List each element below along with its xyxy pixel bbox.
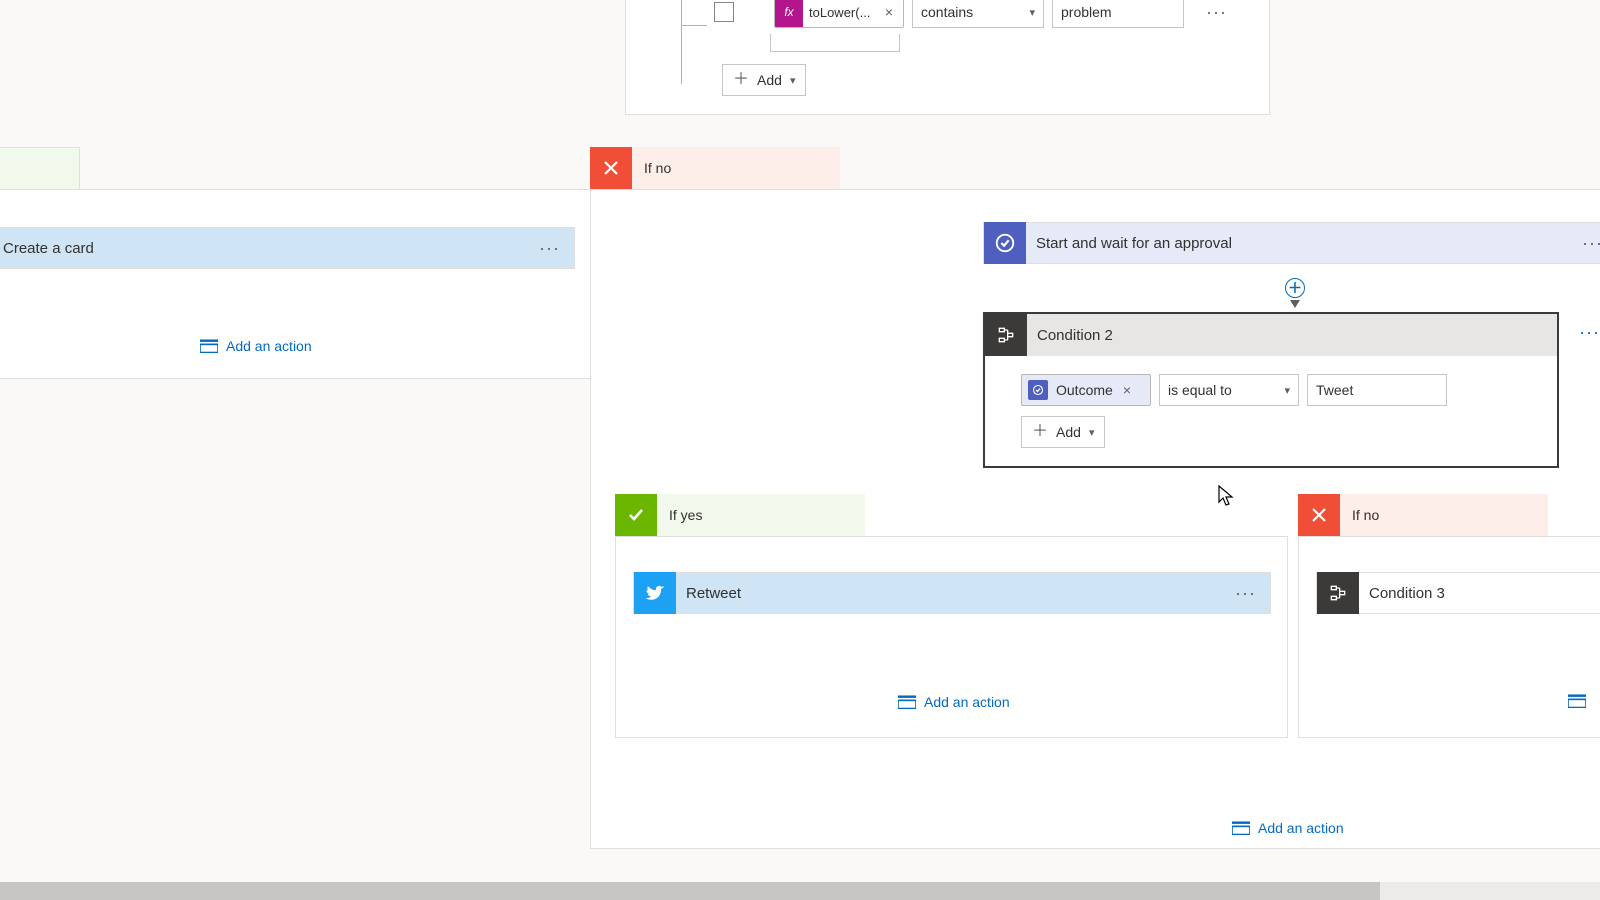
outcome-token[interactable]: Outcome × — [1021, 374, 1151, 406]
add-label: Add — [757, 72, 782, 88]
token-container-empty — [770, 34, 900, 52]
add-action-icon — [200, 339, 218, 353]
approval-badge-icon — [1028, 380, 1048, 400]
tree-line — [681, 0, 707, 26]
chevron-down-icon: ▾ — [790, 74, 796, 87]
action-title: Create a card — [0, 240, 525, 257]
add-action-label: Add an action — [924, 694, 1010, 710]
token-text: Outcome — [1056, 382, 1113, 398]
token-remove-icon[interactable]: × — [1119, 382, 1133, 398]
add-action-button[interactable]: Add an action — [200, 338, 312, 354]
nested-if-no-header[interactable]: If no — [1298, 494, 1548, 536]
connector-arrow-icon — [1290, 300, 1300, 308]
plus-icon: ＋ — [733, 72, 749, 88]
if-no-branch-header[interactable]: If no — [590, 147, 840, 189]
add-action-button[interactable]: Add an action — [1232, 820, 1344, 836]
approval-icon — [984, 222, 1026, 264]
horizontal-scrollbar-track[interactable] — [0, 882, 1600, 900]
condition-2-more-icon[interactable]: ··· — [1565, 322, 1600, 343]
create-card-action[interactable]: Create a card ··· — [0, 227, 575, 269]
close-icon — [590, 147, 632, 189]
row-checkbox[interactable] — [714, 2, 734, 22]
approval-action[interactable]: Start and wait for an approval ··· — [983, 222, 1600, 264]
condition-title: Condition 2 — [1027, 327, 1557, 344]
branch-label: If no — [1352, 507, 1379, 523]
close-icon — [1298, 494, 1340, 536]
action-title: Start and wait for an approval — [1026, 235, 1568, 252]
value-text: problem — [1061, 4, 1112, 20]
expression-token[interactable]: fx toLower(... × — [774, 0, 904, 28]
horizontal-scrollbar-thumb[interactable] — [0, 882, 1380, 900]
add-row-button[interactable]: ＋ Add ▾ — [1021, 416, 1105, 448]
branch-label: If no — [644, 160, 671, 176]
expression-text: toLower(... — [809, 5, 881, 20]
add-action-icon — [898, 695, 916, 709]
add-action-icon — [1232, 821, 1250, 835]
action-more-icon[interactable]: ··· — [525, 238, 574, 259]
add-action-label: Add an action — [226, 338, 312, 354]
plus-icon: ＋ — [1032, 424, 1048, 440]
check-icon — [615, 494, 657, 536]
tree-line-2 — [681, 26, 723, 84]
condition-3-card[interactable]: Condition 3 — [1316, 572, 1600, 614]
if-yes-branch-header[interactable]: If yes — [0, 147, 80, 189]
condition-2-card[interactable]: Condition 2 Outcome × is equal to ▾ Twee… — [983, 312, 1559, 468]
action-more-icon[interactable]: ··· — [1221, 583, 1270, 604]
cursor-icon — [1218, 485, 1236, 507]
value-text: Tweet — [1316, 382, 1353, 398]
value-input[interactable]: problem — [1052, 0, 1184, 28]
row-more-icon[interactable]: ··· — [1192, 2, 1241, 23]
add-action-icon — [1568, 694, 1586, 708]
add-label: Add — [1056, 424, 1081, 440]
action-more-icon[interactable]: ··· — [1568, 233, 1600, 254]
nested-if-no-container — [1298, 536, 1600, 738]
action-title: Retweet — [676, 585, 1221, 602]
operator-dropdown[interactable]: contains ▾ — [912, 0, 1044, 28]
token-remove-icon[interactable]: × — [881, 4, 895, 20]
condition-2-body: Outcome × is equal to ▾ Tweet ＋ Add ▾ — [985, 356, 1557, 466]
retweet-action[interactable]: Retweet ··· — [633, 572, 1271, 614]
condition-icon — [1317, 572, 1359, 614]
flow-canvas[interactable]: fx toLower(... × contains ▾ problem ··· … — [0, 0, 1600, 900]
insert-step-button[interactable]: ＋ — [1285, 278, 1305, 298]
operator-dropdown[interactable]: is equal to ▾ — [1159, 374, 1299, 406]
operator-value: contains — [921, 4, 973, 20]
add-action-label: Add an action — [1258, 820, 1344, 836]
add-action-button[interactable] — [1568, 694, 1586, 708]
add-action-button[interactable]: Add an action — [898, 694, 1010, 710]
fx-icon: fx — [775, 0, 803, 27]
value-input[interactable]: Tweet — [1307, 374, 1447, 406]
chevron-down-icon: ▾ — [1029, 6, 1035, 19]
chevron-down-icon: ▾ — [1284, 384, 1290, 397]
chevron-down-icon: ▾ — [1089, 426, 1095, 439]
branch-label: If yes — [669, 507, 702, 523]
add-row-button[interactable]: ＋ Add ▾ — [722, 64, 806, 96]
nested-if-yes-header[interactable]: If yes — [615, 494, 865, 536]
condition-icon — [985, 314, 1027, 356]
top-condition-card: fx toLower(... × contains ▾ problem ··· … — [625, 0, 1270, 115]
twitter-icon — [634, 572, 676, 614]
operator-value: is equal to — [1168, 382, 1232, 398]
action-title: Condition 3 — [1359, 585, 1600, 602]
